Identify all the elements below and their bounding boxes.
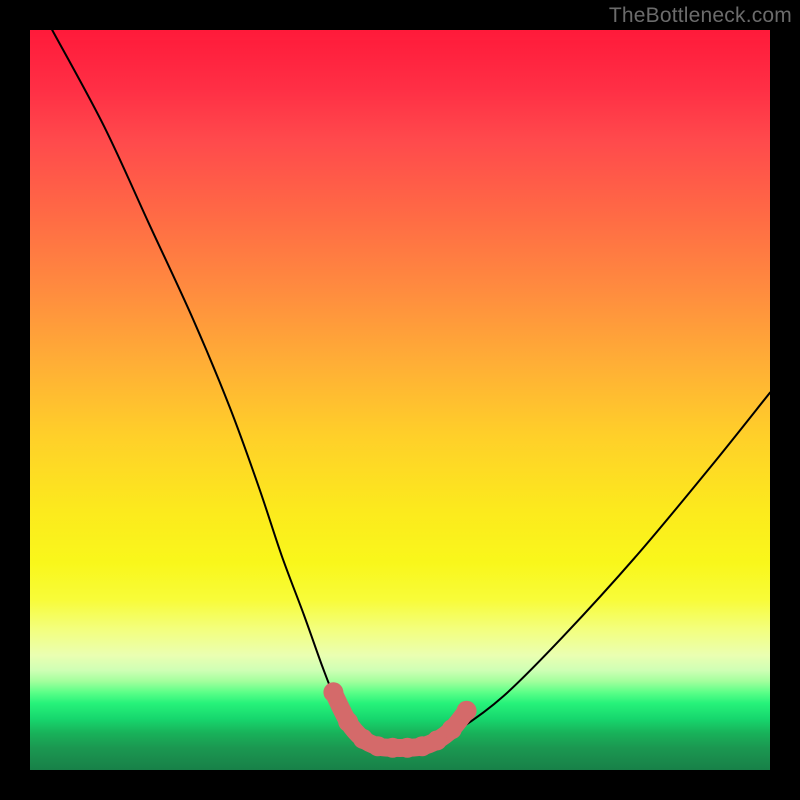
watermark-label: TheBottleneck.com: [609, 4, 792, 28]
marker-dot: [338, 712, 358, 732]
plot-area: [30, 30, 770, 770]
marker-dots: [323, 682, 476, 758]
marker-dot: [457, 701, 477, 721]
marker-dot: [323, 682, 343, 702]
bottleneck-curve-path: [52, 30, 770, 748]
marker-dot: [442, 719, 462, 739]
chart-frame: TheBottleneck.com: [0, 0, 800, 800]
chart-svg: [30, 30, 770, 770]
